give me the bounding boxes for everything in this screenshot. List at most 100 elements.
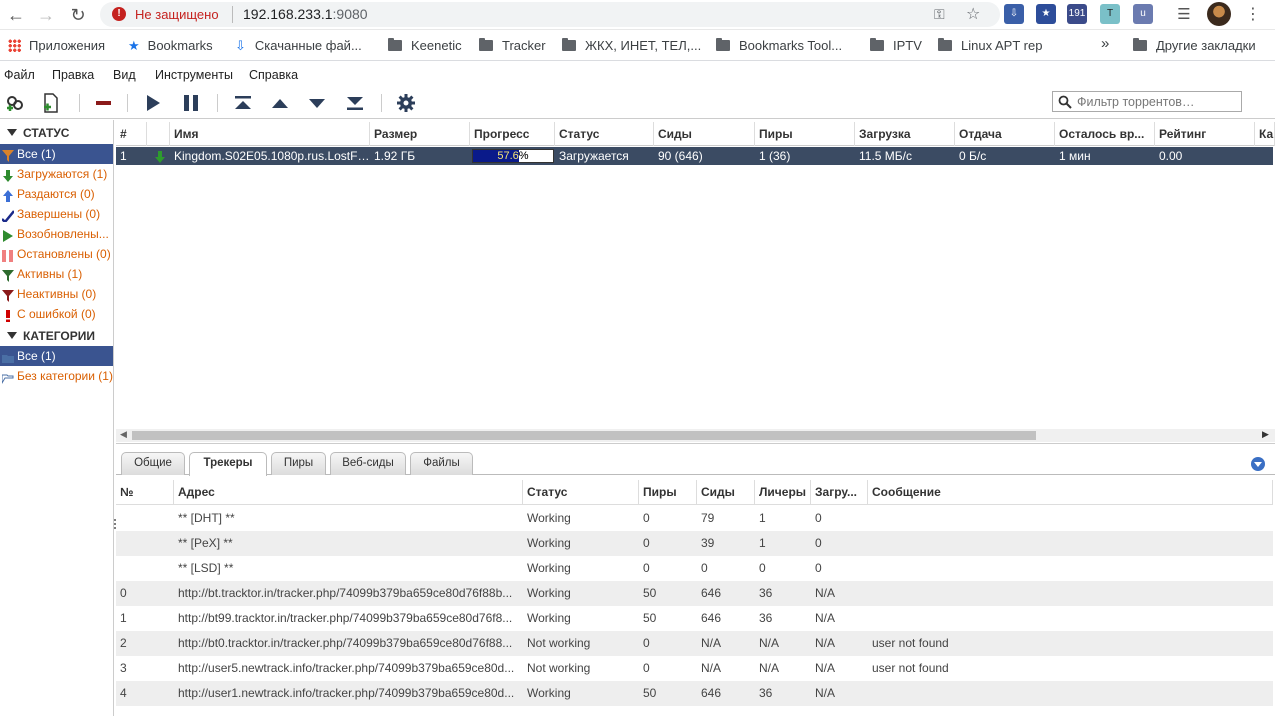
col-number[interactable]: # (116, 122, 147, 146)
menu-help[interactable]: Справка (249, 68, 298, 82)
bookmark-tracker[interactable]: Tracker (479, 38, 546, 53)
col-category[interactable]: Ка (1255, 122, 1275, 146)
move-top-icon[interactable] (232, 92, 256, 114)
menu-edit[interactable]: Правка (52, 68, 94, 82)
col-upload[interactable]: Отдача (955, 122, 1055, 146)
collapse-panel-icon[interactable] (1251, 457, 1265, 471)
category-filter-item[interactable]: Все (1) (0, 346, 113, 366)
bookmark-zhkh[interactable]: ЖКХ, ИНЕТ, ТЕЛ,... (562, 38, 701, 53)
move-down-icon[interactable] (306, 92, 330, 114)
scroll-left-arrow-icon[interactable]: ◀ (120, 429, 127, 440)
tracker-row[interactable]: 4 http://user1.newtrack.info/tracker.php/… (116, 681, 1273, 706)
menu-view[interactable]: Вид (113, 68, 136, 82)
download-extension-icon[interactable]: ⇩ (1004, 4, 1024, 24)
bookmark-bookmarks[interactable]: ★ Bookmarks (128, 38, 213, 54)
reload-icon[interactable]: ↻ (66, 3, 90, 27)
key-icon[interactable]: ⚿ (934, 6, 945, 23)
col-tracker-seeds[interactable]: Сиды (697, 480, 755, 505)
col-status[interactable]: Статус (555, 122, 654, 146)
back-arrow-icon[interactable]: ← (4, 3, 28, 27)
menu-file[interactable]: Файл (4, 68, 35, 82)
bookmark-downloads[interactable]: ⇩ Скачанные фай... (235, 38, 362, 54)
menu-tools[interactable]: Инструменты (155, 68, 233, 82)
col-ratio[interactable]: Рейтинг (1155, 122, 1255, 146)
status-filter-item[interactable]: Все (1) (0, 144, 113, 164)
col-tracker-peers[interactable]: Пиры (639, 480, 697, 505)
bookmark-other[interactable]: Другие закладки (1133, 38, 1256, 53)
col-peers[interactable]: Пиры (755, 122, 855, 146)
status-filter-item[interactable]: С ошибкой (0) (0, 304, 113, 324)
horizontal-scrollbar[interactable]: ◀ ▶ (116, 429, 1275, 442)
status-filter-item[interactable]: Остановлены (0) (0, 244, 113, 264)
playlist-icon[interactable]: ☰ (1172, 3, 1196, 27)
scrollbar-thumb[interactable] (132, 431, 1036, 440)
col-seeds[interactable]: Сиды (654, 122, 755, 146)
address-bar[interactable]: ! Не защищено 192.168.233.1:9080 ⚿ ☆ (100, 2, 1000, 27)
tab-webseeds[interactable]: Веб-сиды (330, 452, 406, 475)
bookmark-bookmarks-toolbar[interactable]: Bookmarks Tool... (716, 38, 842, 53)
bookmark-apps[interactable]: Приложения (8, 38, 105, 53)
filter-input[interactable] (1077, 93, 1237, 110)
tab-peers[interactable]: Пиры (271, 452, 326, 475)
col-tracker-address[interactable]: Адрес (174, 480, 523, 505)
shield-extension-icon[interactable]: u (1133, 4, 1153, 24)
calendar-extension-icon[interactable]: 191 (1067, 4, 1087, 24)
tracker-leechers: 36 (759, 611, 773, 625)
not-secure-label[interactable]: Не защищено (135, 7, 219, 22)
more-vertical-icon[interactable]: ⋮ (1241, 3, 1265, 27)
col-tracker-message[interactable]: Сообщение (868, 480, 1273, 505)
col-tracker-downloaded[interactable]: Загру... (811, 480, 868, 505)
scroll-right-arrow-icon[interactable]: ▶ (1262, 429, 1269, 440)
bookmark-linux-apt[interactable]: Linux APT rep (938, 38, 1042, 53)
col-tracker-number[interactable]: № (116, 480, 174, 505)
status-filter-item[interactable]: Раздаются (0) (0, 184, 113, 204)
col-name[interactable]: Имя (170, 122, 370, 146)
warning-icon[interactable]: ! (112, 7, 126, 21)
status-section-header[interactable]: СТАТУС (0, 126, 113, 144)
bookmark-star-extension-icon[interactable]: ★ (1036, 4, 1056, 24)
tracker-row[interactable]: ** [DHT] ** Working 0 79 1 0 (116, 506, 1273, 531)
move-up-icon[interactable] (269, 92, 293, 114)
status-filter-item[interactable]: Активны (1) (0, 264, 113, 284)
tracker-row[interactable]: 3 http://user5.newtrack.info/tracker.php/… (116, 656, 1273, 681)
pause-icon[interactable] (180, 92, 204, 114)
col-download[interactable]: Загрузка (855, 122, 955, 146)
folder-icon (870, 38, 884, 51)
status-filter-item[interactable]: Завершены (0) (0, 204, 113, 224)
tracker-row[interactable]: 1 http://bt99.tracktor.in/tracker.php/740… (116, 606, 1273, 631)
resume-icon[interactable] (142, 92, 166, 114)
tracker-row[interactable]: 0 http://bt.tracktor.in/tracker.php/74099… (116, 581, 1273, 606)
torrent-row[interactable]: 1 Kingdom.S02E05.1080p.rus.LostFilm.TV 1… (116, 147, 1273, 165)
category-filter-item[interactable]: Без категории (1) (0, 366, 113, 386)
tracker-row[interactable]: ** [PeX] ** Working 0 39 1 0 (116, 531, 1273, 556)
col-eta[interactable]: Осталось вр... (1055, 122, 1155, 146)
col-tracker-leechers[interactable]: Личеры (755, 480, 811, 505)
settings-icon[interactable] (395, 92, 419, 114)
col-state-icon[interactable] (147, 122, 170, 146)
tab-trackers[interactable]: Трекеры (189, 452, 267, 476)
bookmarks-more-button[interactable]: » (1101, 35, 1109, 52)
avatar[interactable] (1207, 2, 1231, 26)
tracker-row[interactable]: 2 http://bt0.tracktor.in/tracker.php/7409… (116, 631, 1273, 656)
move-bottom-icon[interactable] (344, 92, 368, 114)
col-tracker-status[interactable]: Статус (523, 480, 639, 505)
status-filter-item[interactable]: Загружаются (1) (0, 164, 113, 184)
translate-extension-icon[interactable]: T (1100, 4, 1120, 24)
add-link-icon[interactable] (4, 92, 28, 114)
categories-section-header[interactable]: КАТЕГОРИИ (0, 329, 113, 347)
col-size[interactable]: Размер (370, 122, 470, 146)
status-filter-label: Завершены (0) (17, 207, 101, 221)
remove-icon[interactable] (92, 92, 116, 114)
forward-arrow-icon[interactable]: → (34, 3, 58, 27)
status-filter-item[interactable]: Неактивны (0) (0, 284, 113, 304)
tab-general[interactable]: Общие (121, 452, 185, 475)
star-icon[interactable]: ☆ (966, 4, 980, 24)
bookmark-iptv[interactable]: IPTV (870, 38, 922, 53)
add-file-icon[interactable] (40, 92, 64, 114)
col-progress[interactable]: Прогресс (470, 122, 555, 146)
url-text[interactable]: 192.168.233.1:9080 (243, 6, 368, 22)
status-filter-item[interactable]: Возобновлены... (0, 224, 113, 244)
tab-files[interactable]: Файлы (410, 452, 473, 475)
bookmark-keenetic[interactable]: Keenetic (388, 38, 462, 53)
tracker-row[interactable]: ** [LSD] ** Working 0 0 0 0 (116, 556, 1273, 581)
